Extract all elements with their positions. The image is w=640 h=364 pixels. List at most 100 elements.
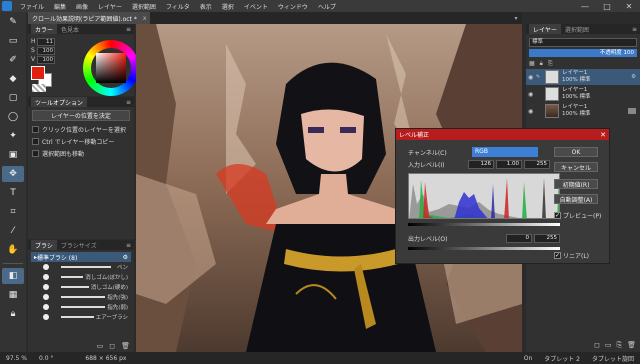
lock-icon[interactable]: 🔒︎ [540, 60, 543, 68]
align-layer-button[interactable]: レイヤーの位置を決定 [32, 110, 130, 121]
view-mode-icon[interactable]: ◧ [2, 268, 24, 284]
linear-checkbox[interactable]: ✓ リニア(L) [554, 251, 589, 260]
panel-menu-icon[interactable]: ≡ [632, 26, 637, 33]
menu-help[interactable]: ヘルプ [313, 2, 341, 11]
v-field[interactable]: 100 [37, 55, 55, 64]
text-tool-icon[interactable]: T [2, 185, 24, 201]
menu-select[interactable]: 選択 [217, 2, 239, 11]
list-item[interactable]: エアーブラシ [31, 312, 131, 322]
visibility-eye-icon[interactable]: ◉ [528, 74, 536, 81]
tab-list-icon[interactable]: ▾ [510, 12, 522, 24]
blend-mode-select[interactable]: 標準 [529, 37, 637, 47]
ok-button[interactable]: OK [554, 147, 598, 157]
color-wheel[interactable] [83, 40, 139, 96]
layer-row[interactable]: ◉ ✎ レイヤー1 100% 標準 ⚙ [526, 69, 640, 85]
new-brush-icon[interactable]: ◻ [109, 342, 115, 350]
close-window-button[interactable]: ✕ [618, 0, 640, 12]
lock-transparency-icon[interactable]: ▦ [529, 60, 535, 67]
menu-view[interactable]: 表示 [195, 2, 217, 11]
checkbox[interactable] [32, 125, 39, 133]
auto-adjust-button[interactable]: 自動調整(A) [554, 194, 598, 204]
layer-row[interactable]: ◉ レイヤー1 100% 標準 [526, 103, 640, 119]
fill-selection-icon[interactable]: ▣ [2, 147, 24, 163]
delete-icon[interactable]: 🗑︎ [627, 341, 636, 350]
list-item[interactable]: 消しゴム(硬め) [31, 282, 131, 292]
shape-tool-icon[interactable]: ▢ [2, 90, 24, 106]
foreground-color-swatch[interactable] [31, 66, 45, 80]
menu-image[interactable]: 画像 [71, 2, 93, 11]
panel-menu-icon[interactable]: ≡ [126, 242, 131, 249]
tab-swatches[interactable]: 色見本 [57, 24, 83, 34]
duplicate-icon[interactable]: ⎘ [617, 341, 623, 350]
delete-icon[interactable]: 🗑︎ [121, 342, 130, 350]
menu-file[interactable]: ファイル [15, 2, 49, 11]
menu-layer[interactable]: レイヤー [93, 2, 127, 11]
channel-select[interactable]: RGB [472, 147, 538, 157]
list-item[interactable]: 消しゴム(ぼかし) [31, 272, 131, 282]
lasso-tool-icon[interactable]: ◯ [2, 109, 24, 125]
checkmark-icon[interactable]: ✓ [554, 252, 561, 259]
option-move-selection[interactable]: 選択範囲も移動 [32, 149, 130, 158]
layer-row[interactable]: ◉ レイヤー1 100% 標準 [526, 86, 640, 102]
move-tool-icon[interactable]: ✥ [2, 166, 24, 182]
menu-edit[interactable]: 編集 [49, 2, 71, 11]
preview-checkbox[interactable]: ✓ プレビュー(P) [554, 211, 601, 220]
panel-menu-icon[interactable]: ≡ [126, 99, 131, 106]
screen-mode-icon[interactable]: ▦ [2, 287, 24, 303]
input-white-field[interactable]: 255 [524, 160, 550, 169]
input-black-field[interactable]: 126 [468, 160, 494, 169]
maximize-button[interactable]: □ [596, 0, 618, 12]
opacity-slider[interactable]: 不透明度 100 [529, 49, 637, 57]
input-levels-slider[interactable] [408, 223, 560, 226]
visibility-eye-icon[interactable]: ◉ [528, 91, 536, 98]
tab-layers[interactable]: レイヤー [529, 24, 561, 34]
document-tab[interactable]: クロール効果説明(ラピア範囲値).oct * x [28, 12, 151, 24]
fill-bucket-icon[interactable]: ◆ [2, 71, 24, 87]
new-layer-icon[interactable]: ◻ [594, 341, 600, 350]
checkmark-icon[interactable]: ✓ [554, 212, 561, 219]
brush-set-selector[interactable]: ▸ 標準ブラシ (8) ⚙ [31, 252, 131, 262]
mask-icon[interactable] [628, 108, 636, 114]
lock-icon[interactable]: 🔒︎ [2, 306, 24, 322]
list-item[interactable]: 指先(強) [31, 292, 131, 302]
menu-event[interactable]: イベント [239, 2, 273, 11]
crop-tool-icon[interactable]: ⌗ [2, 204, 24, 220]
zoom-level[interactable]: 97.5 % [0, 355, 33, 362]
option-ctrl-copy[interactable]: Ctrl でレイヤー移動コピー [32, 137, 130, 146]
panel-menu-icon[interactable]: ≡ [126, 26, 131, 33]
new-folder-icon[interactable]: ▭ [605, 341, 612, 350]
reset-button[interactable]: 初期値(R) [554, 179, 598, 189]
list-item[interactable]: ペン [31, 262, 131, 272]
eraser-tool-icon[interactable]: ▭ [2, 33, 24, 49]
dialog-title-bar[interactable]: レベル補正 ✕ [396, 129, 609, 140]
rotation-angle[interactable]: 0.0 ° [33, 355, 59, 362]
cancel-button[interactable]: キャンセル [554, 162, 598, 172]
gear-icon[interactable]: ⚙ [123, 254, 128, 261]
tab-color[interactable]: カラー [31, 24, 58, 34]
menu-selection[interactable]: 選択範囲 [127, 2, 161, 11]
output-levels-slider[interactable] [408, 247, 560, 250]
close-icon[interactable]: ✕ [600, 131, 606, 139]
output-black-field[interactable]: 0 [506, 234, 532, 243]
menu-window[interactable]: ウィンドウ [273, 2, 313, 11]
input-gamma-field[interactable]: 1.00 [496, 160, 522, 169]
h-field[interactable]: 11 [37, 37, 55, 46]
checkbox[interactable] [32, 149, 39, 157]
checkbox[interactable] [32, 137, 39, 145]
eyedropper-icon[interactable]: ⁄ [2, 223, 24, 239]
output-white-field[interactable]: 255 [534, 234, 560, 243]
visibility-eye-icon[interactable]: ◉ [528, 108, 536, 115]
gear-icon[interactable]: ⚙ [631, 74, 636, 80]
tab-brush[interactable]: ブラシ [31, 240, 57, 250]
list-item[interactable]: 指先(弱) [31, 302, 131, 312]
s-field[interactable]: 100 [37, 46, 55, 55]
transparent-color-swatch[interactable] [32, 84, 46, 92]
hand-tool-icon[interactable]: ✋ [2, 242, 24, 258]
new-folder-icon[interactable]: ▭ [97, 342, 104, 350]
menu-filter[interactable]: フィルタ [161, 2, 195, 11]
clip-icon[interactable]: ⎘ [548, 60, 553, 68]
minimize-button[interactable]: — [574, 0, 596, 12]
magic-wand-icon[interactable]: ✦ [2, 128, 24, 144]
pen-tool-icon[interactable]: ✎ [2, 14, 24, 30]
brush-tool-icon[interactable]: ✐ [2, 52, 24, 68]
